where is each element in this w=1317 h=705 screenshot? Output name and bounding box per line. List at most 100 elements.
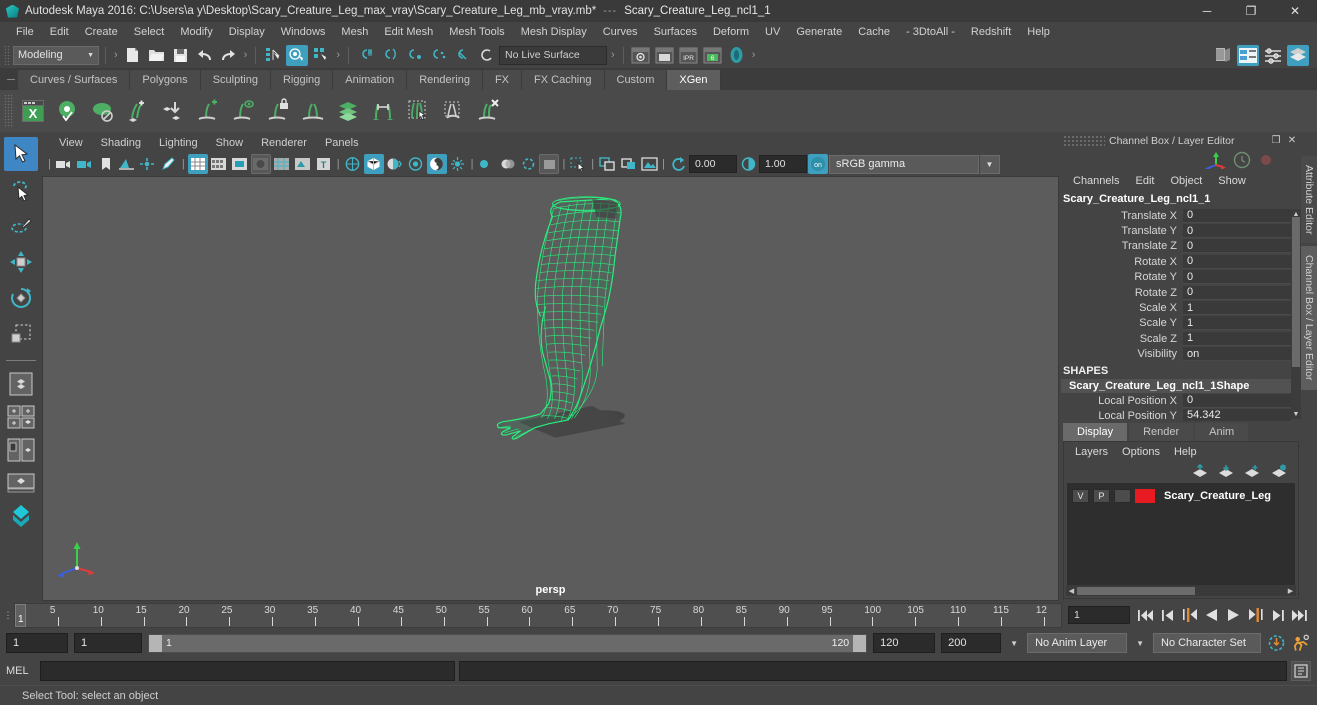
show-hide-modeling-toolkit-icon[interactable] — [1212, 45, 1234, 66]
xray-joints-icon[interactable] — [518, 154, 538, 174]
channel-box-menu-show[interactable]: Show — [1210, 174, 1254, 188]
menu-redshift[interactable]: Redshift — [963, 24, 1019, 40]
shelf-tab-handle[interactable]: ─ — [4, 70, 18, 90]
select-by-object-type-icon[interactable] — [286, 44, 309, 66]
shelf-tab-fx-caching[interactable]: FX Caching — [522, 70, 605, 90]
use-default-lighting-icon[interactable] — [343, 154, 363, 174]
redo-render-icon[interactable] — [654, 45, 676, 66]
render-settings-icon[interactable]: 6 — [702, 45, 724, 66]
current-frame-field[interactable]: 1 — [1068, 606, 1130, 624]
wireframe-on-shaded-icon[interactable] — [272, 154, 292, 174]
undo-icon[interactable] — [194, 45, 216, 66]
display-layer-list[interactable]: V P Scary_Creature_Leg — [1067, 483, 1295, 585]
channel-value[interactable]: 1 — [1183, 301, 1291, 316]
layer-playback-toggle[interactable]: P — [1093, 489, 1110, 503]
menu-curves[interactable]: Curves — [595, 24, 646, 40]
move-tool-button[interactable] — [4, 245, 38, 279]
viewport-menu-panels[interactable]: Panels — [316, 136, 368, 150]
channel-label[interactable]: Rotate Z — [1061, 287, 1183, 299]
shelf-grip[interactable] — [4, 94, 14, 128]
scale-tool-button[interactable] — [4, 317, 38, 351]
menu-generate[interactable]: Generate — [788, 24, 850, 40]
use-all-lights-icon[interactable] — [363, 154, 384, 174]
snap-to-projected-center-icon[interactable] — [427, 45, 449, 66]
step-forward-frame-icon[interactable] — [1246, 605, 1265, 625]
single-perspective-view-button[interactable] — [5, 369, 37, 399]
channel-box-scroll-thumb[interactable] — [1292, 217, 1300, 367]
channel-box-menu-object[interactable]: Object — [1162, 174, 1210, 188]
layer-type-toggle[interactable] — [1114, 489, 1131, 503]
layer-list-horizontal-scrollbar[interactable]: ◀ ▶ — [1066, 585, 1296, 596]
make-live-icon[interactable] — [475, 45, 497, 66]
scroll-right-icon[interactable]: ▶ — [1285, 587, 1296, 595]
layer-color-swatch[interactable] — [1135, 489, 1155, 503]
anim-layer-caret-icon[interactable]: ▼ — [1007, 639, 1021, 648]
undock-panel-icon[interactable]: ❐ — [1269, 134, 1283, 148]
xgen-mirror-guide-icon[interactable] — [296, 94, 329, 128]
snap-to-curve-icon[interactable] — [379, 45, 401, 66]
channel-box-body[interactable]: Scary_Creature_Leg_ncl1_1 Translate X 0 Tr… — [1061, 191, 1301, 421]
menu-deform[interactable]: Deform — [705, 24, 757, 40]
channel-value[interactable]: 0 — [1183, 393, 1291, 408]
viewport-snapshot-icon[interactable] — [639, 154, 659, 174]
xgen-create-guide-icon[interactable] — [191, 94, 224, 128]
step-back-keyframe-icon[interactable] — [1158, 605, 1177, 625]
ipr-render-icon[interactable]: IPR — [678, 45, 700, 66]
close-button[interactable]: ✕ — [1273, 0, 1317, 22]
anim-layer-selector[interactable]: No Anim Layer — [1027, 633, 1128, 653]
save-scene-icon[interactable] — [170, 45, 192, 66]
panel-drag-dots[interactable] — [1063, 135, 1105, 146]
maximize-button[interactable]: ❐ — [1229, 0, 1273, 22]
lasso-select-tool-button[interactable] — [4, 173, 38, 207]
animation-start-time-field[interactable]: 1 — [6, 633, 68, 653]
snap-to-grid-icon[interactable] — [355, 45, 377, 66]
render-current-frame-icon[interactable] — [630, 45, 652, 66]
channel-label[interactable]: Translate Y — [1061, 225, 1183, 237]
shelf-tab-fx[interactable]: FX — [482, 70, 523, 90]
go-to-end-icon[interactable] — [1290, 605, 1309, 625]
channel-value[interactable]: 1 — [1183, 331, 1291, 346]
shelf-tab-xgen[interactable]: XGen — [667, 70, 721, 90]
image-plane-icon[interactable] — [117, 154, 137, 174]
xgen-distance-tool-icon[interactable] — [366, 94, 399, 128]
menu-mesh-tools[interactable]: Mesh Tools — [441, 24, 512, 40]
play-forwards-icon[interactable] — [1224, 605, 1243, 625]
menu-cache[interactable]: Cache — [850, 24, 898, 40]
redo-icon[interactable] — [218, 45, 240, 66]
shelf-tab-curves-surfaces[interactable]: Curves / Surfaces — [18, 70, 131, 90]
smooth-shade-all-icon[interactable] — [209, 154, 229, 174]
layer-name[interactable]: Scary_Creature_Leg — [1164, 490, 1271, 502]
xgen-select-guides-icon[interactable] — [401, 94, 434, 128]
layer-scroll-thumb[interactable] — [1077, 586, 1195, 595]
xgen-delete-guide-icon[interactable] — [471, 94, 504, 128]
channel-value[interactable]: on — [1183, 347, 1291, 362]
collapse-arrow-2[interactable]: › — [242, 49, 250, 61]
channel-value[interactable]: 0 — [1183, 254, 1291, 269]
channel-label[interactable]: Scale X — [1061, 302, 1183, 314]
exposure-toggle-icon[interactable] — [539, 154, 560, 174]
show-hide-channel-box-icon[interactable] — [1287, 44, 1309, 66]
range-start-handle[interactable] — [149, 634, 162, 652]
channel-box-menu-channels[interactable]: Channels — [1065, 174, 1127, 188]
xgen-lock-guide-icon[interactable] — [261, 94, 294, 128]
channel-label[interactable]: Visibility — [1061, 348, 1183, 360]
rotate-tool-button[interactable] — [4, 281, 38, 315]
animation-preferences-icon[interactable] — [1292, 633, 1311, 653]
go-to-start-icon[interactable] — [1136, 605, 1155, 625]
layer-tab-render[interactable]: Render — [1129, 423, 1194, 441]
channel-label[interactable]: Scale Z — [1061, 333, 1183, 345]
viewport-select-region-icon[interactable] — [568, 154, 588, 174]
multisample-anti-aliasing-icon[interactable] — [426, 154, 447, 174]
gamma-refresh-icon[interactable] — [668, 154, 688, 174]
gamma-icon[interactable] — [738, 154, 758, 174]
xray-mode-icon[interactable] — [497, 154, 517, 174]
depth-of-field-icon[interactable] — [448, 154, 468, 174]
menu-select[interactable]: Select — [126, 24, 173, 40]
gamma-value-field[interactable]: 1.00 — [759, 155, 808, 173]
step-back-frame-icon[interactable] — [1180, 605, 1199, 625]
channel-value[interactable]: 0 — [1183, 224, 1291, 239]
viewport-toolbar-handle[interactable]: | — [46, 158, 53, 170]
flat-shade-icon[interactable] — [250, 154, 271, 174]
channel-value[interactable]: 0 — [1183, 208, 1291, 223]
animation-end-time-field[interactable]: 200 — [941, 633, 1002, 653]
